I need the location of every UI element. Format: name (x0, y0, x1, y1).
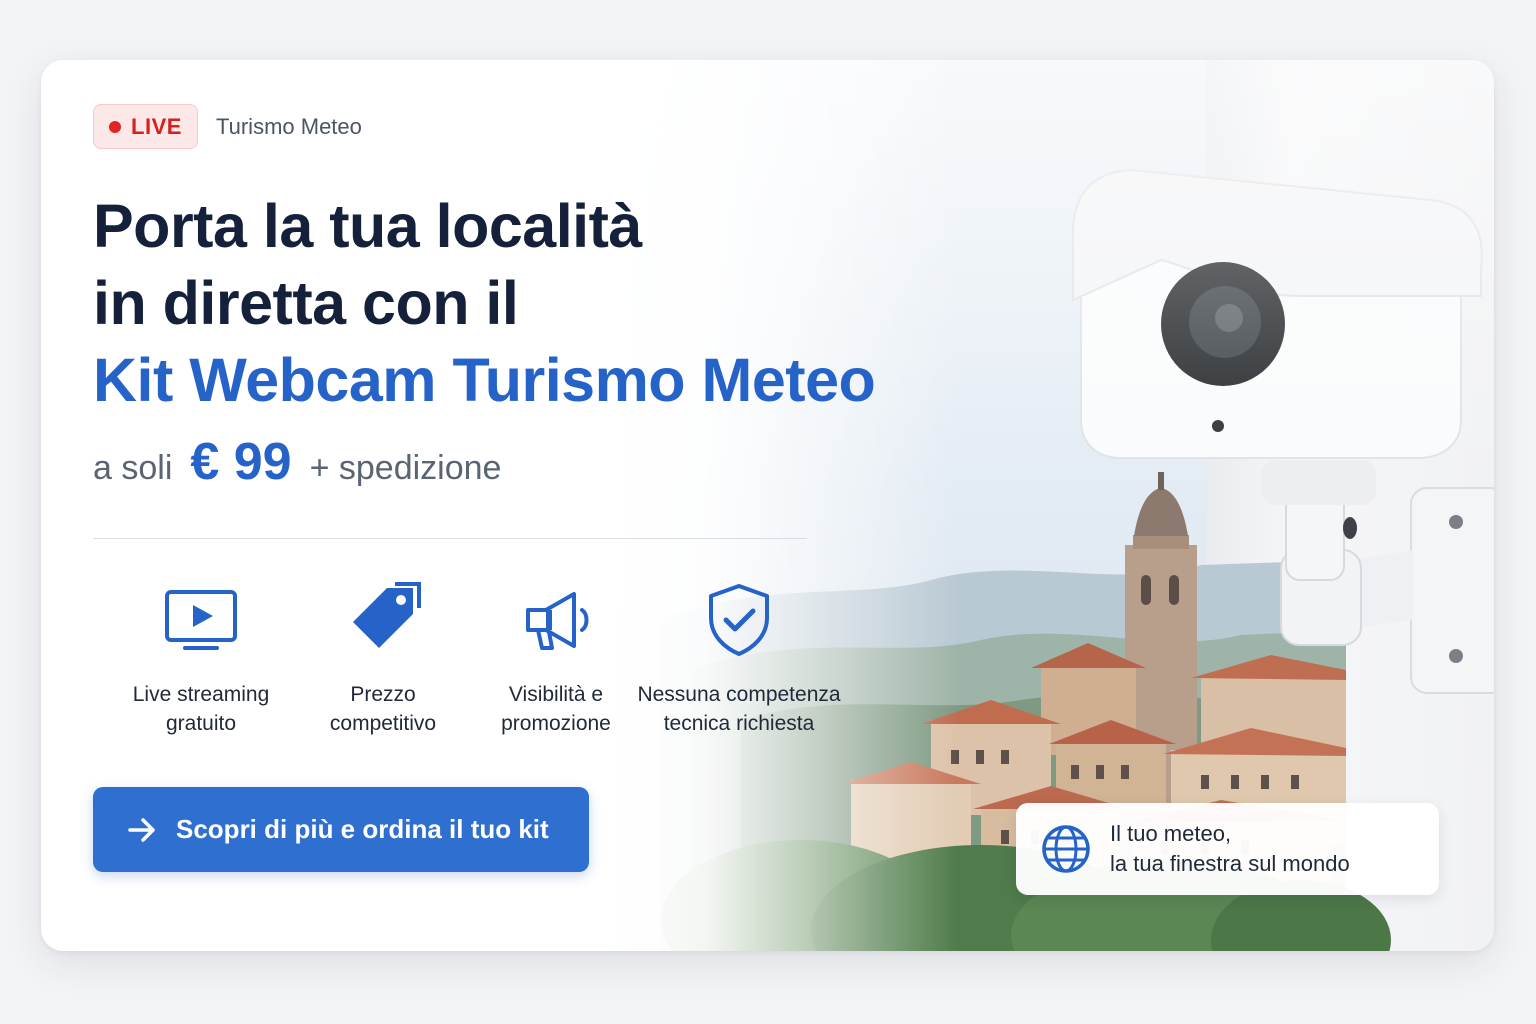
tagline-line-1: Il tuo meteo, (1110, 821, 1232, 846)
tagline-card: Il tuo meteo, la tua finestra sul mondo (1016, 803, 1439, 895)
price-row: a soli € 99 + spedizione (93, 432, 501, 492)
live-dot-icon (109, 120, 122, 133)
headline-line-2: in diretta con il (93, 269, 519, 337)
arrow-right-icon (128, 817, 155, 842)
price-tag-icon (353, 582, 421, 648)
megaphone-icon (526, 592, 589, 650)
shield-check-icon (709, 584, 769, 656)
feature-no-skills: Nessuna competenza tecnica richiesta (629, 580, 849, 738)
tv-play-icon (165, 590, 237, 650)
price-suffix: + spedizione (309, 449, 502, 487)
promo-card: LIVE Turismo Meteo Porta la tua località… (41, 60, 1494, 951)
feature-list: Live streaming gratuito Prezzo competitivo… (81, 580, 841, 740)
price-prefix: a soli (93, 449, 173, 487)
brand-name: Turismo Meteo (216, 114, 362, 139)
live-badge: LIVE (93, 104, 198, 149)
tagline-text: Il tuo meteo, la tua finestra sul mondo (1110, 819, 1350, 879)
headline-accent: Kit Webcam Turismo Meteo (93, 346, 876, 414)
headline-line-1: Porta la tua località (93, 192, 642, 260)
tagline-line-2: la tua finestra sul mondo (1110, 851, 1350, 876)
feature-label: Nessuna competenza tecnica richiesta (637, 683, 841, 735)
price-value: € 99 (190, 433, 292, 491)
live-label: LIVE (131, 113, 182, 139)
divider (93, 538, 807, 539)
headline: Porta la tua località in diretta con il … (93, 188, 973, 419)
order-kit-button-label: Scopri di più e ordina il tuo kit (176, 814, 549, 844)
order-kit-button[interactable]: Scopri di più e ordina il tuo kit (93, 787, 589, 872)
globe-icon (1042, 825, 1090, 873)
